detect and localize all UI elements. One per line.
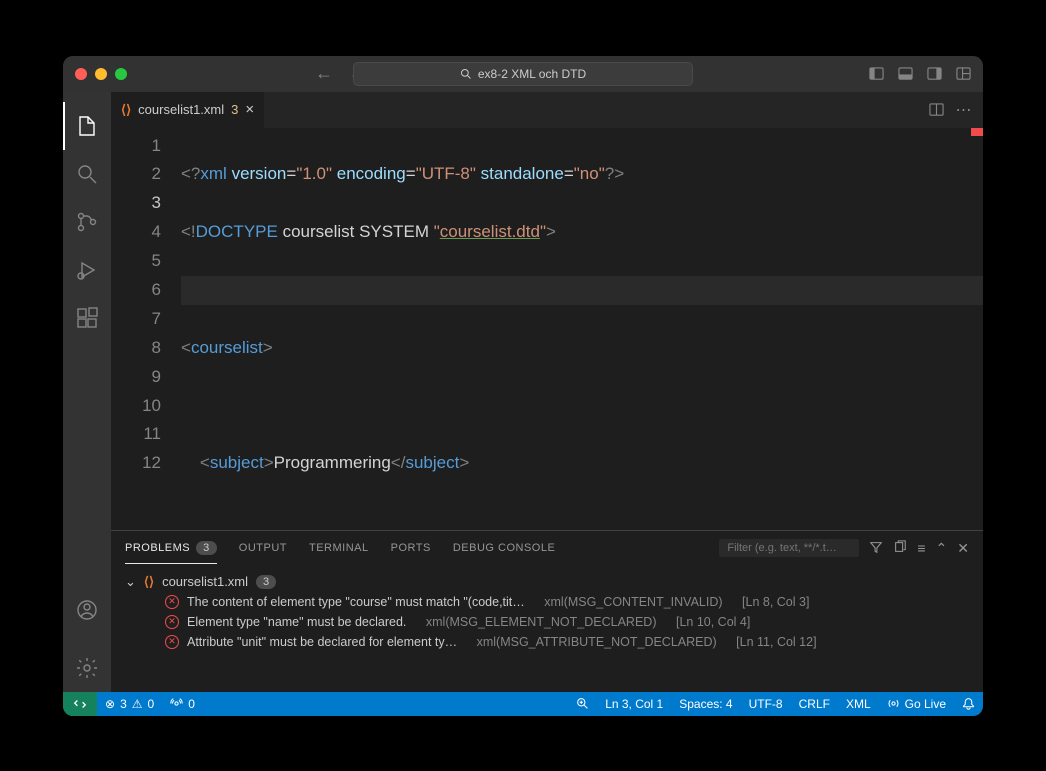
customize-layout-icon[interactable] [956,66,971,81]
problems-list: ⌄ ⟨⟩ courselist1.xml 3 ✕The content of e… [111,566,983,692]
editor[interactable]: 123456789101112 <?xml version="1.0" enco… [111,128,983,530]
status-cursor-position[interactable]: Ln 3, Col 1 [597,697,671,711]
error-icon: ✕ [165,635,179,649]
copy-icon[interactable] [893,540,907,557]
layout-secondary-icon[interactable] [927,66,942,81]
settings-icon[interactable] [63,644,111,692]
search-icon [460,68,472,80]
collapse-icon[interactable]: ≡ [917,540,925,556]
problem-item[interactable]: ✕Element type "name" must be declared. x… [125,612,969,632]
status-bar: ⊗3⚠0 0 Ln 3, Col 1 Spaces: 4 UTF-8 CRLF … [63,692,983,716]
line-numbers: 123456789101112 [111,128,181,530]
layout-panel-icon[interactable] [898,66,913,81]
layout-primary-icon[interactable] [869,66,884,81]
problem-item[interactable]: ✕The content of element type "course" mu… [125,592,969,612]
filter-icon[interactable] [869,540,883,557]
activity-bar [63,92,111,692]
problems-count-badge: 3 [196,541,217,555]
account-icon[interactable] [63,586,111,634]
status-go-live[interactable]: Go Live [879,697,954,711]
tab-close-icon[interactable]: × [245,101,254,118]
source-control-icon[interactable] [63,198,111,246]
titlebar: ← → ex8-2 XML och DTD [63,56,983,92]
tab-filename: courselist1.xml [138,102,224,117]
traffic-lights [75,68,127,80]
tab-modified-count: 3 [231,102,238,117]
problem-filename: courselist1.xml [162,574,248,589]
debug-console-tab[interactable]: DEBUG CONSOLE [453,534,555,562]
status-ports[interactable]: 0 [162,692,203,716]
maximize-window[interactable] [115,68,127,80]
status-zoom[interactable] [568,697,597,710]
xml-file-icon: ⟨⟩ [121,102,131,118]
remote-indicator[interactable] [63,692,97,716]
status-notifications-icon[interactable] [954,697,983,710]
ports-tab[interactable]: PORTS [391,534,431,562]
problems-filter-input[interactable] [719,539,859,557]
nav-back[interactable]: ← [311,63,337,84]
run-debug-icon[interactable] [63,246,111,294]
status-eol[interactable]: CRLF [791,697,838,711]
problem-item[interactable]: ✕Attribute "unit" must be declared for e… [125,632,969,652]
error-icon: ✕ [165,615,179,629]
more-actions-icon[interactable]: ⋯ [956,102,971,117]
vscode-window: ← → ex8-2 XML och DTD ⟨⟩ [63,56,983,716]
problems-tab[interactable]: PROBLEMS3 [125,533,217,564]
command-center[interactable]: ex8-2 XML och DTD [353,62,693,86]
split-editor-icon[interactable] [929,102,944,117]
status-indentation[interactable]: Spaces: 4 [671,697,740,711]
chevron-down-icon[interactable]: ⌄ [125,574,136,590]
close-panel-icon[interactable]: ✕ [957,540,969,557]
xml-file-icon: ⟨⟩ [144,574,154,590]
tab-courselist[interactable]: ⟨⟩ courselist1.xml 3 × [111,92,265,128]
status-language[interactable]: XML [838,697,879,711]
minimize-window[interactable] [95,68,107,80]
editor-tabs: ⟨⟩ courselist1.xml 3 × ⋯ [111,92,983,128]
error-icon: ✕ [165,595,179,609]
search-sidebar-icon[interactable] [63,150,111,198]
bottom-panel: PROBLEMS3 OUTPUT TERMINAL PORTS DEBUG CO… [111,530,983,692]
explorer-icon[interactable] [63,102,111,150]
file-error-count: 3 [256,575,276,589]
status-errors-warnings[interactable]: ⊗3⚠0 [97,692,162,716]
close-window[interactable] [75,68,87,80]
minimap-error-marker[interactable] [971,128,983,136]
terminal-tab[interactable]: TERMINAL [309,534,369,562]
output-tab[interactable]: OUTPUT [239,534,287,562]
code-area[interactable]: <?xml version="1.0" encoding="UTF-8" sta… [181,128,983,530]
status-encoding[interactable]: UTF-8 [741,697,791,711]
extensions-icon[interactable] [63,294,111,342]
search-text: ex8-2 XML och DTD [478,67,586,81]
chevron-up-icon[interactable]: ⌃ [936,540,948,557]
problem-file-group[interactable]: ⌄ ⟨⟩ courselist1.xml 3 [125,572,969,592]
